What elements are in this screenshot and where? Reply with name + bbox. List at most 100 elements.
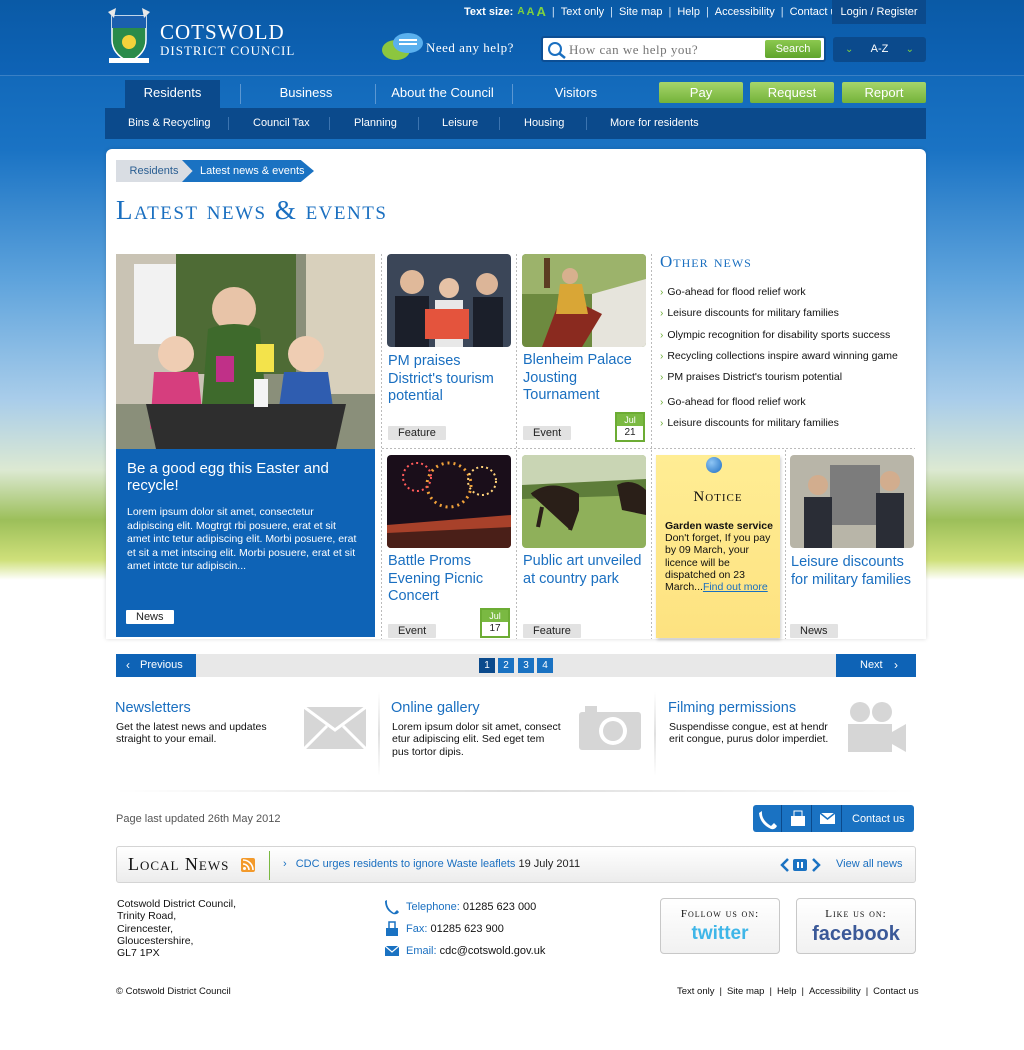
- other-news-item[interactable]: › Go-ahead for flood relief work: [660, 396, 806, 408]
- promo-filming-permissions[interactable]: Filming permissions Suspendisse congue, …: [668, 700, 918, 775]
- footer-link-accessibility[interactable]: Accessibility: [809, 986, 861, 997]
- copyright: © Cotswold District Council: [116, 986, 231, 997]
- email-icon[interactable]: [813, 805, 842, 832]
- twitter-follow-button[interactable]: Follow us on: twitter: [660, 898, 780, 954]
- contact-fax: Fax: 01285 623 900: [384, 921, 504, 936]
- news-tile[interactable]: Leisure discounts for military families …: [790, 455, 924, 639]
- telephone-value[interactable]: 01285 623 000: [463, 901, 536, 913]
- report-button[interactable]: Report: [842, 82, 926, 103]
- contact-us-label[interactable]: Contact us: [852, 813, 905, 825]
- other-news-item[interactable]: › PM praises District's tourism potential: [660, 371, 842, 383]
- page-1-button[interactable]: 1: [479, 658, 495, 673]
- breadcrumb-residents[interactable]: Residents: [116, 160, 192, 182]
- featured-title[interactable]: Be a good egg this Easter and recycle!: [127, 460, 367, 494]
- other-news-item[interactable]: › Olympic recognition for disability spor…: [660, 329, 890, 341]
- footer-links: Text only | Site map | Help | Accessibility | Co…: [677, 986, 919, 997]
- page-3-button[interactable]: 3: [518, 658, 534, 673]
- search-button[interactable]: Search: [765, 40, 821, 58]
- news-title[interactable]: PM praises District's tourism potential: [388, 353, 514, 406]
- email-value[interactable]: cdc@cotswold.gov.uk: [440, 945, 546, 957]
- divider: [586, 117, 587, 130]
- subnav-leisure[interactable]: Leisure: [442, 117, 478, 129]
- page-title: Latest news & events: [116, 195, 388, 225]
- tab-residents[interactable]: Residents: [125, 80, 220, 108]
- request-button[interactable]: Request: [750, 82, 834, 103]
- view-all-news-link[interactable]: View all news: [836, 858, 902, 870]
- news-tile[interactable]: Blenheim Palace Jousting Tournament Even…: [522, 254, 656, 444]
- tab-visitors[interactable]: Visitors: [525, 80, 627, 108]
- twitter-heading: Follow us on:: [680, 908, 760, 920]
- promo-newsletters[interactable]: Newsletters Get the latest news and upda…: [115, 700, 367, 775]
- link-accessibility[interactable]: Accessibility: [715, 6, 775, 19]
- need-help-button[interactable]: Need any help?: [380, 32, 534, 62]
- footer-link-text-only[interactable]: Text only: [677, 986, 715, 997]
- facebook-like-button[interactable]: Like us on: facebook: [796, 898, 916, 954]
- brand-name: COTSWOLD: [160, 20, 285, 44]
- fax-value: 01285 623 900: [430, 923, 504, 935]
- news-title[interactable]: Leisure discounts for military families: [791, 554, 917, 589]
- tab-about-the-council[interactable]: About the Council: [385, 80, 500, 108]
- other-news-heading: Other news: [660, 252, 752, 271]
- chevron-down-icon: ⌄: [845, 44, 854, 55]
- previous-button[interactable]: ‹ Previous: [116, 654, 196, 677]
- other-news-item[interactable]: › Go-ahead for flood relief work: [660, 286, 806, 298]
- news-title[interactable]: Public art unveiled at country park: [523, 553, 649, 588]
- next-button[interactable]: Next ›: [836, 654, 916, 677]
- rss-icon[interactable]: [241, 858, 255, 872]
- news-tile[interactable]: PM praises District's tourism potential …: [387, 254, 521, 444]
- speech-bubble-icon: [382, 33, 423, 60]
- local-news-link[interactable]: CDC urges residents to ignore Waste leaf…: [296, 858, 516, 870]
- news-tile[interactable]: Battle Proms Evening Picnic Concert Even…: [387, 455, 521, 639]
- fax-icon[interactable]: [783, 805, 812, 832]
- phone-icon[interactable]: [753, 805, 782, 832]
- notice-card: Notice Garden waste service Don't forget…: [656, 455, 780, 638]
- promo-text: Suspendisse congue, est at hendr erit co…: [669, 721, 829, 746]
- council-crest-logo[interactable]: [104, 6, 154, 64]
- text-size-medium[interactable]: A: [527, 6, 535, 19]
- footer-link-contact-us[interactable]: Contact us: [873, 986, 918, 997]
- facebook-heading: Like us on:: [825, 908, 887, 920]
- promo-title[interactable]: Online gallery: [391, 700, 480, 716]
- other-news-item[interactable]: › Leisure discounts for military families: [660, 417, 839, 429]
- link-text-only[interactable]: Text only: [561, 6, 604, 19]
- subnav-housing[interactable]: Housing: [524, 117, 564, 129]
- login-register-button[interactable]: Login / Register: [832, 0, 926, 24]
- page-4-button[interactable]: 4: [537, 658, 553, 673]
- subnav-more-for-residents[interactable]: More for residents: [610, 117, 699, 129]
- contact-bar[interactable]: Contact us: [753, 805, 914, 832]
- a-z-dropdown[interactable]: ⌄ A-Z ⌄: [833, 37, 926, 62]
- divider: [329, 117, 330, 130]
- footer-link-site-map[interactable]: Site map: [727, 986, 765, 997]
- text-size-small[interactable]: A: [517, 6, 524, 19]
- promo-title[interactable]: Filming permissions: [668, 700, 796, 716]
- other-news-item-label: Olympic recognition for disability sport…: [667, 329, 891, 341]
- news-tile[interactable]: Public art unveiled at country park Feat…: [522, 455, 656, 639]
- news-title[interactable]: Battle Proms Evening Picnic Concert: [388, 553, 514, 606]
- text-size-large[interactable]: A: [537, 4, 546, 19]
- subnav-council-tax[interactable]: Council Tax: [253, 117, 310, 129]
- twitter-logo: twitter: [691, 923, 749, 944]
- promo-online-gallery[interactable]: Online gallery Lorem ipsum dolor sit ame…: [391, 700, 641, 775]
- promo-title[interactable]: Newsletters: [115, 700, 191, 716]
- featured-story[interactable]: Be a good egg this Easter and recycle! L…: [116, 254, 375, 637]
- tab-business[interactable]: Business: [255, 80, 357, 108]
- search-input[interactable]: [569, 41, 759, 59]
- chevron-right-icon: ›: [660, 351, 664, 362]
- footer-link-help[interactable]: Help: [777, 986, 797, 997]
- link-site-map[interactable]: Site map: [619, 6, 662, 19]
- news-image: [522, 455, 646, 548]
- divider: [418, 117, 419, 130]
- divider: [654, 692, 656, 776]
- pay-button[interactable]: Pay: [659, 82, 743, 103]
- subnav-planning[interactable]: Planning: [354, 117, 397, 129]
- divider: [375, 84, 376, 104]
- link-help[interactable]: Help: [677, 6, 700, 19]
- page-2-button[interactable]: 2: [498, 658, 514, 673]
- subnav-bins-recycling[interactable]: Bins & Recycling: [128, 117, 211, 129]
- find-out-more-link[interactable]: Find out more: [703, 581, 768, 593]
- divider: |: [668, 6, 672, 18]
- news-title[interactable]: Blenheim Palace Jousting Tournament: [523, 352, 649, 405]
- other-news-item[interactable]: › Leisure discounts for military families: [660, 307, 839, 319]
- other-news-item[interactable]: › Recycling collections inspire award win…: [660, 350, 898, 362]
- chevron-right-icon: ›: [660, 397, 664, 408]
